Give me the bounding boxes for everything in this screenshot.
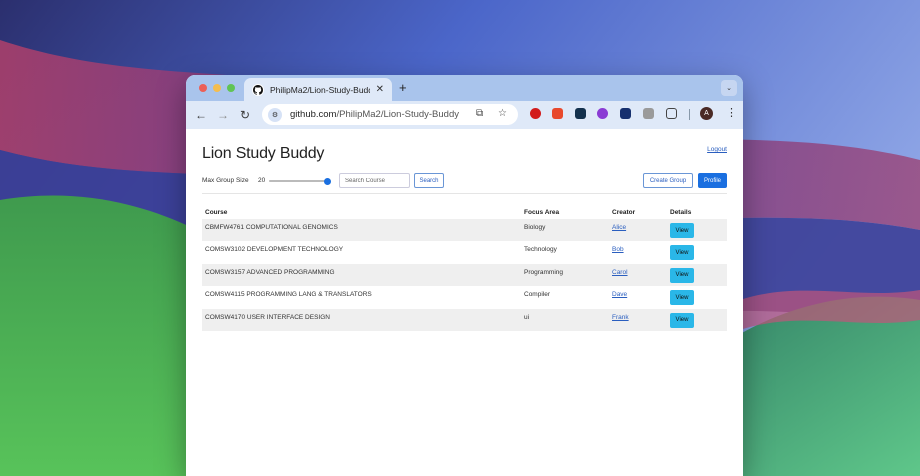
zoom-window-button[interactable] <box>227 84 235 92</box>
header-course: Course <box>205 208 228 216</box>
browser-tab[interactable]: PhilipMa2/Lion-Study-Buddy ✕ <box>244 78 392 101</box>
header-creator: Creator <box>612 208 636 216</box>
github-icon <box>252 83 264 96</box>
logout-link[interactable]: Logout <box>707 146 727 153</box>
tab-bar: PhilipMa2/Lion-Study-Buddy ✕ + ⌄ <box>186 75 743 101</box>
creator-link[interactable]: Frank <box>612 314 629 321</box>
creator-cell: Dave <box>609 286 667 308</box>
header-details: Details <box>670 208 692 216</box>
url-text: github.com/PhilipMa2/Lion-Study-Buddy <box>290 109 459 120</box>
focus-area-cell: Compiler <box>524 291 551 299</box>
max-group-size-slider[interactable] <box>269 177 331 185</box>
view-button[interactable]: View <box>670 312 694 328</box>
slider-track-fill <box>269 180 328 182</box>
course-cell: COMSW3157 ADVANCED PROGRAMMING <box>202 263 521 287</box>
page-title: Lion Study Buddy <box>202 145 325 162</box>
tab-close-icon[interactable]: ✕ <box>376 84 384 95</box>
table-row: COMSW4170 USER INTERFACE DESIGN ui Frank… <box>202 308 727 331</box>
view-button[interactable]: View <box>670 245 694 261</box>
view-button[interactable]: View <box>670 267 694 283</box>
toolbar-divider <box>689 109 690 120</box>
details-cell: View <box>667 308 727 331</box>
reload-icon[interactable]: ↻ <box>240 108 250 122</box>
web-page: Logout Lion Study Buddy Max Group Size 2… <box>186 129 743 476</box>
table-row: COMSW4115 PROGRAMMING LANG & TRANSLATORS… <box>202 286 727 308</box>
cast-icon[interactable]: ⧉ <box>476 108 483 119</box>
extension-red-icon[interactable] <box>552 108 563 119</box>
view-button[interactable]: View <box>670 290 694 306</box>
puzzle-icon[interactable] <box>666 108 677 119</box>
arrow-right-icon[interactable]: → <box>217 108 229 122</box>
tab-search-chevron-icon[interactable]: ⌄ <box>721 80 737 96</box>
course-cell: COMSW4115 PROGRAMMING LANG & TRANSLATORS <box>205 291 372 299</box>
filter-controls: Max Group Size 20 Search Create Group Pr… <box>202 173 727 189</box>
details-cell: View <box>667 286 727 308</box>
extension-grey-icon[interactable] <box>643 108 654 119</box>
avatar[interactable]: A <box>700 107 713 120</box>
courses-table: Course Focus Area Creator Details CBMFW4… <box>202 205 727 331</box>
creator-cell: Carol <box>609 263 667 287</box>
table-row: COMSW3102 DEVELOPMENT TECHNOLOGY Technol… <box>202 241 727 263</box>
details-cell: View <box>667 241 727 263</box>
course-cell: COMSW4170 USER INTERFACE DESIGN <box>202 308 521 331</box>
focus-area-cell: Technology <box>524 246 557 254</box>
details-cell: View <box>667 219 727 242</box>
creator-link[interactable]: Carol <box>612 269 628 276</box>
focus-area-cell: Programming <box>521 263 609 287</box>
focus-area-cell: Biology <box>521 219 609 242</box>
browser-toolbar: ← → ↻ ⚙ github.com/PhilipMa2/Lion-Study-… <box>186 101 743 129</box>
creator-link[interactable]: Bob <box>612 246 624 253</box>
extension-adblock-icon[interactable] <box>530 108 541 119</box>
window-controls <box>199 84 235 92</box>
creator-link[interactable]: Alice <box>612 224 626 231</box>
course-cell: COMSW3102 DEVELOPMENT TECHNOLOGY <box>205 246 344 254</box>
extension-purple-icon[interactable] <box>597 108 608 119</box>
max-group-size-label: Max Group Size <box>202 177 249 184</box>
creator-cell: Frank <box>609 308 667 331</box>
url-path: /PhilipMa2/Lion-Study-Buddy <box>336 109 459 120</box>
table-row: COMSW3157 ADVANCED PROGRAMMING Programmi… <box>202 263 727 287</box>
search-course-input[interactable] <box>339 173 410 188</box>
arrow-left-icon[interactable]: ← <box>195 108 207 122</box>
focus-area-cell: ui <box>521 308 609 331</box>
creator-cell: Alice <box>609 219 667 242</box>
table-row: CBMFW4761 COMPUTATIONAL GENOMICS Biology… <box>202 219 727 242</box>
minimize-window-button[interactable] <box>213 84 221 92</box>
star-icon[interactable]: ☆ <box>498 108 507 119</box>
course-cell: CBMFW4761 COMPUTATIONAL GENOMICS <box>202 219 521 242</box>
view-button[interactable]: View <box>670 223 694 238</box>
address-bar[interactable]: ⚙ github.com/PhilipMa2/Lion-Study-Buddy … <box>262 104 518 125</box>
creator-link[interactable]: Dave <box>612 291 627 298</box>
divider <box>202 193 727 194</box>
max-group-size-value: 20 <box>258 177 266 184</box>
header-focus-area: Focus Area <box>524 208 560 216</box>
browser-window: PhilipMa2/Lion-Study-Buddy ✕ + ⌄ ← → ↻ ⚙… <box>186 75 743 476</box>
site-info-icon[interactable]: ⚙ <box>268 107 282 122</box>
extension-dark-icon[interactable] <box>575 108 586 119</box>
table-header-row: Course Focus Area Creator Details <box>202 205 727 219</box>
search-button[interactable]: Search <box>414 173 444 188</box>
creator-cell: Bob <box>609 241 667 263</box>
close-window-button[interactable] <box>199 84 207 92</box>
create-group-button[interactable]: Create Group <box>643 173 693 188</box>
url-host: github.com <box>290 109 337 120</box>
details-cell: View <box>667 263 727 287</box>
new-tab-icon[interactable]: + <box>399 80 407 95</box>
extension-navy-icon[interactable] <box>620 108 631 119</box>
slider-thumb[interactable] <box>324 177 331 185</box>
tab-title: PhilipMa2/Lion-Study-Buddy <box>270 84 370 95</box>
profile-button[interactable]: Profile <box>698 173 727 188</box>
more-vertical-icon[interactable]: ⋮ <box>726 106 737 119</box>
